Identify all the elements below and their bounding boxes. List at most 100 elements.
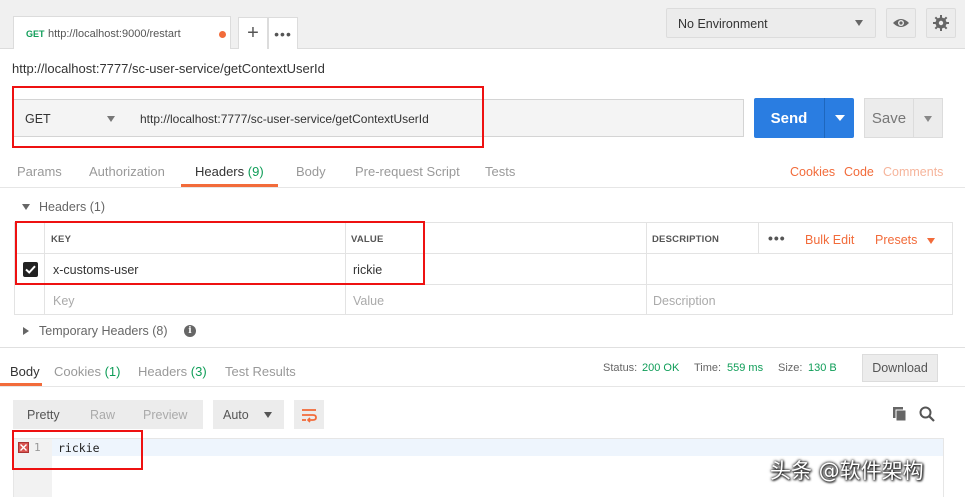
time-value: 559 ms [727, 362, 764, 374]
copy-icon[interactable] [891, 405, 909, 423]
search-icon[interactable] [918, 405, 936, 423]
more-dots-icon: ••• [274, 25, 292, 42]
tab-params[interactable]: Params [17, 164, 62, 179]
plus-icon: + [247, 22, 259, 44]
response-tab-test-results[interactable]: Test Results [225, 364, 296, 379]
comments-link[interactable]: Comments [883, 165, 943, 179]
download-button[interactable]: Download [862, 354, 938, 382]
send-button[interactable]: Send [754, 98, 824, 138]
chevron-down-icon [926, 237, 935, 244]
response-tab-headers[interactable]: Headers (3) [138, 364, 207, 379]
temporary-headers-count: (8) [152, 324, 168, 338]
bulk-edit-link[interactable]: Bulk Edit [805, 233, 854, 247]
response-divider [0, 347, 965, 348]
watermark-text: 头条 @软件架构 [770, 459, 924, 483]
unsaved-dot-icon [219, 31, 226, 38]
view-mode-group: Pretty Raw Preview [13, 400, 203, 429]
method-select[interactable]: GET [13, 99, 129, 137]
headers-table: KEY VALUE DESCRIPTION ••• Bulk Edit Pres… [14, 222, 953, 315]
response-tab-cookies-label: Cookies [54, 364, 101, 379]
table-row: Key Value Description [15, 285, 952, 315]
active-line-highlight [14, 439, 943, 456]
active-tab-indicator [181, 184, 278, 187]
cookies-link[interactable]: Cookies [790, 165, 835, 179]
headers-section-label: Headers [39, 200, 87, 214]
tab-headers-count: (9) [247, 164, 264, 179]
table-row: x-customs-user rickie [15, 254, 952, 285]
request-tab[interactable]: GET http://localhost:9000/restart [13, 16, 231, 49]
collapse-headers-icon[interactable] [22, 204, 30, 210]
save-button[interactable]: Save [864, 98, 914, 138]
value-column-header: VALUE [351, 234, 384, 245]
presets-dropdown[interactable]: Presets [875, 233, 935, 247]
send-options-button[interactable] [824, 98, 854, 138]
tab-authorization[interactable]: Authorization [89, 164, 165, 179]
presets-label: Presets [875, 233, 918, 247]
size-label: Size: [778, 362, 803, 374]
tab-headers[interactable]: Headers (9) [195, 164, 264, 179]
environment-select[interactable]: No Environment [666, 8, 876, 38]
request-name: http://localhost:7777/sc-user-service/ge… [12, 61, 325, 76]
tab-options-button[interactable]: ••• [268, 17, 298, 49]
wrap-lines-icon [302, 408, 317, 423]
key-column-header: KEY [51, 234, 72, 245]
response-tab-cookies-count: (1) [104, 364, 121, 379]
format-select[interactable]: Auto [213, 400, 284, 429]
expand-temporary-headers-icon[interactable] [23, 327, 29, 335]
more-options-icon[interactable]: ••• [768, 230, 786, 246]
url-input-value: http://localhost:7777/sc-user-service/ge… [140, 112, 429, 126]
error-marker-icon [18, 442, 29, 453]
url-input[interactable]: http://localhost:7777/sc-user-service/ge… [128, 99, 744, 137]
tab-headers-label: Headers [195, 164, 245, 179]
new-value-input[interactable]: Value [353, 294, 384, 308]
status-label: Status: [603, 362, 638, 374]
tab-body[interactable]: Body [296, 164, 326, 179]
headers-section-title[interactable]: Headers (1) [39, 200, 105, 214]
code-link[interactable]: Code [844, 165, 874, 179]
chevron-down-icon [855, 20, 863, 26]
format-select-value: Auto [223, 408, 249, 422]
status-value: 200 OK [642, 362, 680, 374]
time-label: Time: [694, 362, 722, 374]
description-column-header: DESCRIPTION [652, 234, 720, 245]
response-tab-headers-label: Headers [138, 364, 188, 379]
response-tab-cookies[interactable]: Cookies (1) [54, 364, 120, 379]
new-tab-button[interactable]: + [238, 17, 268, 49]
response-tabs-divider [0, 386, 965, 387]
manage-environments-button[interactable] [926, 8, 956, 38]
active-tab-indicator [0, 383, 42, 386]
raw-view-button[interactable]: Raw [90, 408, 115, 422]
preview-view-button[interactable]: Preview [143, 408, 187, 422]
header-value-cell[interactable]: rickie [353, 263, 382, 277]
temporary-headers-title[interactable]: Temporary Headers (8) [39, 324, 168, 338]
header-enabled-checkbox[interactable] [23, 262, 38, 277]
table-header-row: KEY VALUE DESCRIPTION ••• Bulk Edit Pres… [15, 223, 952, 254]
column-divider [758, 223, 759, 253]
chevron-down-icon [107, 116, 115, 122]
environment-quick-look-button[interactable] [886, 8, 916, 38]
method-select-value: GET [25, 112, 51, 126]
line-number: 1 [34, 441, 41, 454]
new-key-input[interactable]: Key [53, 294, 75, 308]
new-description-input[interactable]: Description [653, 294, 716, 308]
size-value: 130 B [808, 362, 837, 374]
header-key-cell[interactable]: x-customs-user [53, 263, 138, 277]
tab-tests[interactable]: Tests [485, 164, 515, 179]
pretty-view-button[interactable]: Pretty [27, 408, 60, 422]
temporary-headers-label: Temporary Headers [39, 324, 149, 338]
request-tab-url: http://localhost:9000/restart [48, 28, 181, 40]
response-body-text: rickie [58, 441, 100, 455]
save-options-button[interactable] [913, 98, 943, 138]
tab-pre-request-script[interactable]: Pre-request Script [355, 164, 460, 179]
gear-icon [933, 15, 949, 31]
check-icon [25, 265, 36, 274]
eye-icon [893, 19, 909, 27]
chevron-down-icon [264, 412, 272, 418]
chevron-down-icon [835, 115, 845, 121]
environment-select-value: No Environment [678, 17, 768, 31]
wrap-lines-button[interactable] [294, 400, 324, 429]
info-icon[interactable]: i [184, 325, 196, 337]
response-tab-body[interactable]: Body [10, 364, 40, 379]
request-tabs-divider [0, 187, 965, 188]
chevron-down-icon [924, 116, 932, 122]
